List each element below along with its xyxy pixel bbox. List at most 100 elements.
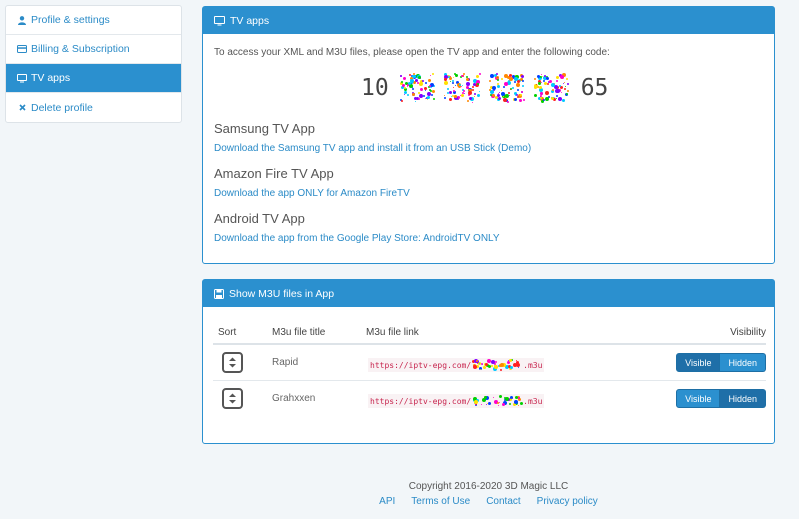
sort-handle-icon[interactable]: [222, 388, 243, 409]
redaction-dot: [519, 402, 523, 406]
redaction-dot: [508, 76, 513, 81]
redaction-dot: [478, 73, 481, 76]
redaction-dot: [502, 97, 507, 102]
table-row: Grahxxen https://iptv-epg.com/ .m3u Visi…: [213, 381, 766, 417]
redaction-dot: [459, 83, 462, 86]
redaction-dot: [399, 74, 402, 77]
redaction-dot: [400, 80, 403, 83]
redaction-dot: [417, 76, 421, 80]
redaction-dot: [432, 97, 435, 100]
redaction-dot: [497, 85, 501, 88]
footer-link-privacy[interactable]: Privacy policy: [537, 496, 598, 507]
redaction-dot: [489, 73, 494, 78]
visible-button[interactable]: Visible: [676, 353, 721, 372]
redaction-dot: [556, 80, 559, 83]
redaction-dot: [476, 82, 479, 85]
redaction-dot: [556, 89, 561, 94]
android-title: Android TV App: [214, 211, 305, 226]
redacted-code-block: [443, 73, 481, 103]
redaction-dot: [547, 95, 550, 98]
redaction-dot: [556, 94, 559, 97]
redaction-dot: [514, 80, 517, 83]
redaction-dot: [414, 100, 416, 102]
redaction-dot: [419, 93, 424, 98]
redaction-dot: [539, 94, 542, 97]
footer-link-contact[interactable]: Contact: [486, 496, 520, 507]
sidebar-item-label: TV apps: [31, 72, 71, 84]
sidebar: Profile & settings Billing & Subscriptio…: [5, 5, 182, 123]
m3u-link[interactable]: https://iptv-epg.com/ .m3u: [368, 394, 545, 408]
samsung-download-link[interactable]: Download the Samsung TV app and install …: [214, 143, 531, 154]
redaction-dot: [501, 89, 503, 91]
visibility-toggle: Visible Hidden: [676, 389, 766, 408]
redaction-dot: [497, 96, 501, 100]
redaction-dot: [562, 83, 564, 85]
redaction-dot: [452, 76, 454, 78]
m3u-link-suffix: .m3u: [523, 396, 543, 406]
redaction-dot: [452, 79, 455, 82]
hidden-button[interactable]: Hidden: [720, 389, 766, 408]
redaction-dot: [498, 405, 500, 407]
code-end: 65: [580, 75, 609, 101]
close-icon: [17, 104, 27, 111]
redaction-dot: [516, 95, 519, 98]
visible-button[interactable]: Visible: [676, 389, 721, 408]
redaction-dot: [567, 83, 570, 86]
redaction-dot: [406, 86, 408, 88]
redaction-dot: [421, 79, 424, 82]
save-icon: [214, 288, 224, 299]
m3u-table: Sort M3u file title M3u file link Visibi…: [213, 320, 766, 417]
m3u-link[interactable]: https://iptv-epg.com/ .m3u: [368, 358, 545, 372]
redaction-dot: [413, 96, 417, 100]
footer-link-terms[interactable]: Terms of Use: [411, 496, 470, 507]
redaction-dot: [461, 85, 463, 87]
sidebar-item-tv-apps[interactable]: TV apps: [6, 64, 181, 93]
sidebar-item-profile[interactable]: Profile & settings: [6, 6, 181, 35]
amazon-download-link[interactable]: Download the app ONLY for Amazon FireTV: [214, 188, 410, 199]
redaction-dot: [452, 87, 454, 89]
redaction-dot: [418, 98, 421, 101]
column-link: M3u file link: [366, 327, 419, 338]
android-download-link[interactable]: Download the app from the Google Play St…: [214, 233, 500, 244]
redaction-dot: [509, 365, 513, 369]
m3u-link-suffix: .m3u: [523, 360, 543, 370]
redaction-dot: [522, 98, 525, 101]
footer-copyright: Copyright 2016-2020 3D Magic LLC: [408, 481, 569, 492]
footer-link-api[interactable]: API: [379, 496, 395, 507]
redaction-dot: [427, 98, 429, 100]
redacted-code-block: [399, 73, 436, 103]
user-icon: [17, 15, 27, 25]
redaction-dot: [432, 90, 436, 94]
redaction-dot: [490, 359, 495, 364]
redaction-dot: [495, 73, 498, 76]
redaction-dot: [475, 75, 479, 79]
redaction-dot: [544, 91, 549, 96]
redaction-dot: [560, 75, 565, 80]
m3u-link-prefix: https://iptv-epg.com/: [370, 396, 472, 406]
redaction-dot: [404, 86, 407, 89]
redaction-dot: [428, 79, 432, 83]
redaction-dot: [486, 403, 488, 405]
redaction-dot: [489, 80, 492, 83]
column-title: M3u file title: [272, 327, 326, 338]
redaction-dot: [535, 83, 537, 85]
redaction-dot: [521, 91, 524, 94]
redaction-dot: [509, 402, 512, 405]
redaction-dot: [559, 84, 562, 87]
redaction-dot: [513, 97, 517, 101]
sidebar-item-billing[interactable]: Billing & Subscription: [6, 35, 181, 64]
redaction-dot: [411, 86, 413, 88]
redaction-dot: [465, 82, 470, 87]
sort-handle-icon[interactable]: [222, 352, 243, 373]
redaction-dot: [412, 93, 415, 97]
redaction-dot: [419, 87, 423, 91]
m3u-panel: Show M3U files in App Sort M3u file titl…: [202, 279, 775, 444]
column-sort: Sort: [218, 327, 237, 338]
sidebar-item-delete-profile[interactable]: Delete profile: [6, 93, 181, 122]
redaction-dot: [566, 89, 569, 92]
redaction-dot: [444, 94, 446, 96]
hidden-button[interactable]: Hidden: [720, 353, 766, 372]
redaction-dot: [454, 85, 456, 87]
redaction-dot: [492, 85, 497, 90]
redaction-dot: [423, 87, 427, 91]
